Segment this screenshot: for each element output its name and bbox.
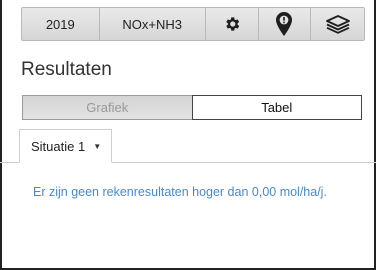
tabel-toggle-button[interactable]: Tabel — [191, 95, 362, 120]
view-toggle: Grafiek Tabel — [22, 95, 362, 120]
gear-icon — [226, 17, 239, 31]
tab-label: Situatie 1 — [31, 138, 86, 154]
no-results-message: Er zijn geen rekenresultaten hoger dan 0… — [33, 185, 327, 199]
tabel-label: Tabel — [261, 100, 293, 115]
caret-down-icon: ▼ — [93, 141, 102, 151]
substance-label: NOx+NH3 — [122, 16, 183, 32]
top-toolbar: 2019 NOx+NH3 — [21, 7, 365, 41]
layers-button[interactable] — [311, 8, 364, 40]
substance-selector-button[interactable]: NOx+NH3 — [100, 8, 206, 40]
tab-situatie-1[interactable]: Situatie 1 ▼ — [19, 129, 112, 163]
settings-button[interactable] — [206, 8, 259, 40]
layers-icon — [325, 15, 350, 34]
page-title: Resultaten — [21, 59, 112, 80]
location-button[interactable] — [259, 8, 312, 40]
grafiek-toggle-button[interactable]: Grafiek — [22, 95, 192, 120]
year-label: 2019 — [45, 16, 75, 32]
year-selector-button[interactable]: 2019 — [22, 8, 100, 40]
grafiek-label: Grafiek — [86, 100, 129, 115]
map-marker-icon — [276, 12, 293, 36]
